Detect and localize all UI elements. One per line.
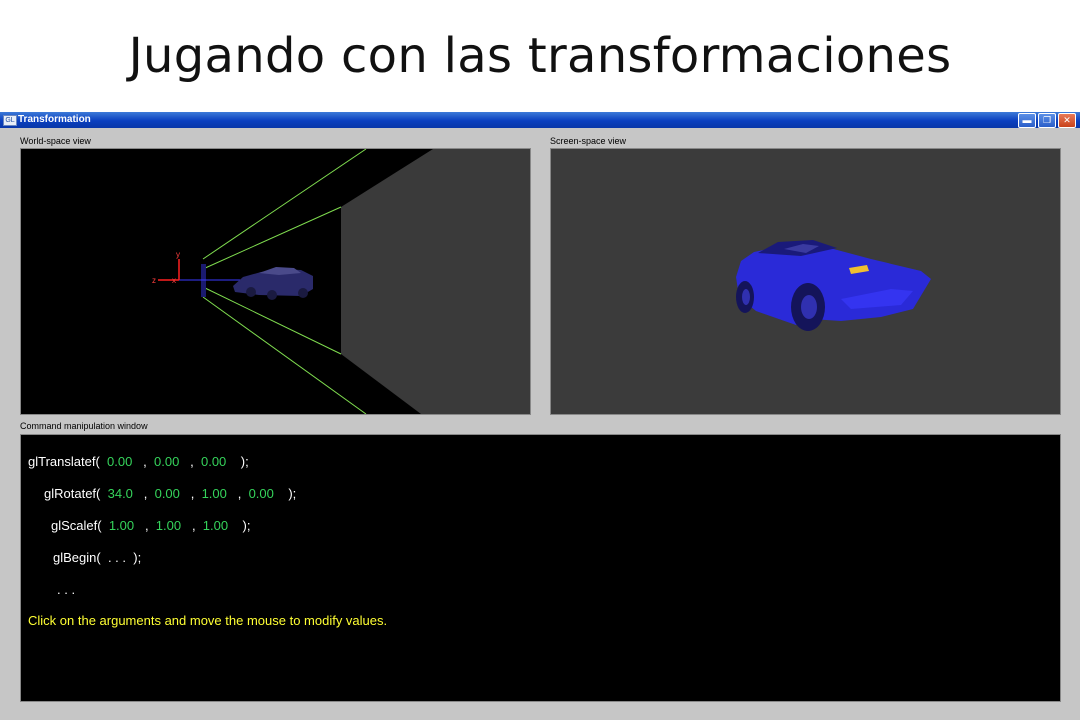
rotate-arg-y[interactable]: 1.00 [202, 486, 227, 501]
screen-space-viewport[interactable] [550, 148, 1061, 415]
begin-function: glBegin( [53, 550, 101, 565]
translate-end: ); [240, 454, 249, 469]
begin-command: glBegin( . . . ); [53, 550, 141, 565]
translate-command: glTranslatef( 0.00 , 0.00 , 0.00 ); [28, 454, 249, 469]
scale-command: glScalef( 1.00 , 1.00 , 1.00 ); [51, 518, 251, 533]
scale-end: ); [242, 518, 251, 533]
scale-arg-y[interactable]: 1.00 [156, 518, 181, 533]
screen-view-label: Screen-space view [550, 136, 627, 146]
translate-arg-z[interactable]: 0.00 [201, 454, 226, 469]
rotate-arg-z[interactable]: 0.00 [249, 486, 274, 501]
world-view-label: World-space view [20, 136, 91, 146]
command-window-label: Command manipulation window [20, 421, 148, 431]
rotate-end: ); [288, 486, 297, 501]
slide-title: Jugando con las transformaciones [128, 28, 952, 84]
window-titlebar[interactable]: GL Transformation ▬ ❐ ✕ [0, 112, 1080, 128]
app-icon: GL [3, 115, 17, 126]
scale-arg-x[interactable]: 1.00 [109, 518, 134, 533]
minimize-button[interactable]: ▬ [1018, 113, 1036, 128]
maximize-button[interactable]: ❐ [1038, 113, 1056, 128]
axis-label-x: x [172, 276, 176, 285]
scale-function: glScalef( [51, 518, 102, 533]
begin-end: ); [133, 550, 142, 565]
app-window: GL Transformation ▬ ❐ ✕ World-space view… [0, 112, 1080, 720]
axis-label-z: z [152, 276, 156, 285]
close-button[interactable]: ✕ [1058, 113, 1076, 128]
command-window[interactable]: glTranslatef( 0.00 , 0.00 , 0.00 ); glRo… [20, 434, 1061, 702]
rotate-function: glRotatef( [44, 486, 101, 501]
translate-arg-y[interactable]: 0.00 [154, 454, 179, 469]
rotate-command: glRotatef( 34.0 , 0.00 , 1.00 , 0.00 ); [44, 486, 297, 501]
begin-body: . . . [107, 550, 126, 565]
rotate-arg-angle[interactable]: 34.0 [108, 486, 133, 501]
world-space-viewport[interactable]: y z x [20, 148, 531, 415]
rotate-arg-x[interactable]: 0.00 [155, 486, 180, 501]
scale-arg-z[interactable]: 1.00 [203, 518, 228, 533]
axis-label-y: y [176, 250, 180, 259]
window-title: Transformation [18, 114, 91, 125]
ellipsis-line: . . . [57, 582, 76, 597]
translate-function: glTranslatef( [28, 454, 100, 469]
translate-arg-x[interactable]: 0.00 [107, 454, 132, 469]
hint-text: Click on the arguments and move the mous… [28, 613, 388, 628]
